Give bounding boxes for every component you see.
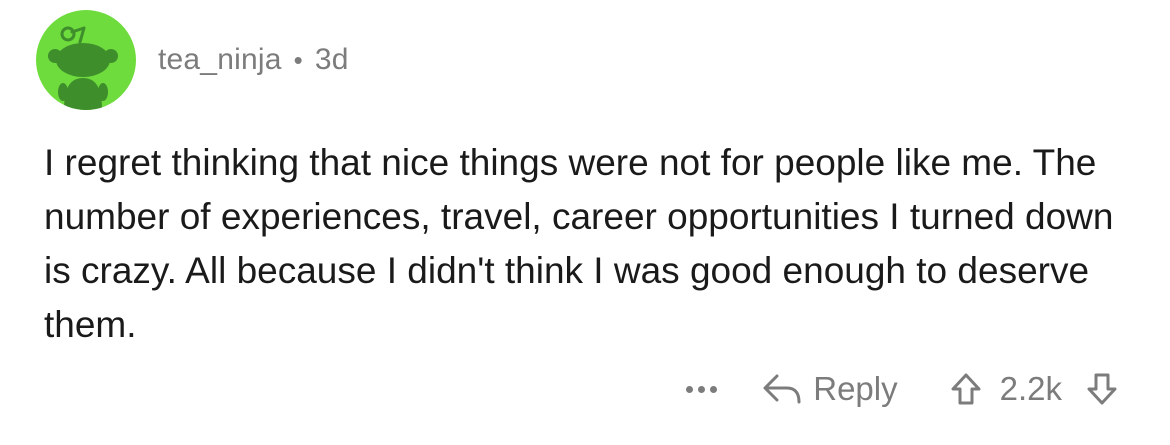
reply-arrow-icon: [763, 374, 801, 404]
vote-controls: 2.2k: [950, 370, 1118, 408]
comment-actions: Reply 2.2k: [686, 362, 1118, 416]
avatar[interactable]: [36, 10, 136, 110]
meta-separator: •: [293, 44, 303, 75]
reply-button[interactable]: Reply: [761, 370, 898, 408]
author-name[interactable]: tea_ninja: [158, 43, 282, 77]
more-dots-icon: [686, 385, 718, 393]
comment-body: I regret thinking that nice things were …: [44, 142, 1114, 345]
upvote-arrow-icon[interactable]: [950, 372, 982, 406]
vote-score: 2.2k: [999, 370, 1062, 407]
more-options-button[interactable]: [686, 385, 718, 393]
snoo-avatar-icon: [48, 26, 118, 110]
comment-header: tea_ninja • 3d: [36, 10, 349, 110]
reply-label: Reply: [813, 370, 898, 407]
downvote-arrow-icon[interactable]: [1086, 372, 1118, 406]
comment-age: 3d: [314, 43, 349, 76]
comment-meta: tea_ninja • 3d: [158, 43, 349, 77]
comment-card: tea_ninja • 3d I regret thinking that ni…: [0, 0, 1170, 445]
